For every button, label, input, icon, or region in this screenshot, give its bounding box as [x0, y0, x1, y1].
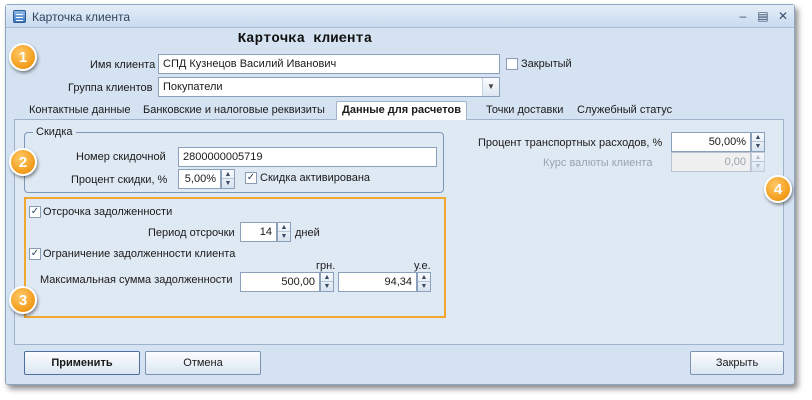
deferral-checkbox[interactable]: ✓ — [29, 206, 41, 218]
tab-contact-data[interactable]: Контактные данные — [29, 104, 130, 120]
deferral-period-label: Период отсрочки — [148, 227, 235, 239]
close-button[interactable]: Закрыть — [690, 351, 784, 375]
debt-limit-label: Ограничение задолженности клиента — [43, 248, 236, 260]
currency-uah-label: грн. — [316, 260, 336, 272]
window-title: Карточка клиента — [32, 10, 131, 24]
spin-up-icon[interactable]: ▲ — [418, 273, 430, 282]
closed-label: Закрытый — [521, 58, 572, 70]
spin-down-icon[interactable]: ▼ — [278, 232, 290, 241]
title-bar: Карточка клиента – ▤ ✕ — [6, 5, 794, 28]
deferral-label: Отсрочка задолженности — [43, 206, 173, 218]
tab-service-status[interactable]: Служебный статус — [577, 104, 672, 120]
tab-delivery-points[interactable]: Точки доставки — [486, 104, 563, 120]
client-group-select[interactable]: Покупатели ▼ — [158, 77, 500, 97]
spin-down-icon[interactable]: ▼ — [321, 282, 333, 291]
callout-badge-1: 1 — [9, 43, 37, 71]
spin-down-icon[interactable]: ▼ — [752, 142, 764, 151]
client-group-value: Покупатели — [163, 81, 223, 93]
currency-rate-spinner: ▲ ▼ — [751, 152, 765, 172]
spin-down-icon[interactable]: ▼ — [418, 282, 430, 291]
client-group-label: Группа клиентов — [68, 82, 153, 94]
client-name-input[interactable]: СПД Кузнецов Василий Иванович — [158, 54, 500, 74]
spin-up-icon[interactable]: ▲ — [222, 170, 234, 179]
cancel-button[interactable]: Отмена — [145, 351, 261, 375]
deferral-period-spinner[interactable]: ▲ ▼ — [277, 222, 291, 242]
tab-bank-tax-details[interactable]: Банковские и налоговые реквизиты — [143, 104, 325, 120]
apply-button[interactable]: Применить — [24, 351, 140, 375]
max-debt-ue-input[interactable]: 94,34 — [338, 272, 417, 292]
transport-percent-label: Процент транспортных расходов, % — [478, 137, 663, 149]
max-debt-uah-spinner[interactable]: ▲ ▼ — [320, 272, 334, 292]
debt-limit-checkbox[interactable]: ✓ — [29, 248, 41, 260]
discount-percent-label: Процент скидки, % — [71, 174, 168, 186]
deferral-period-unit: дней — [295, 227, 320, 239]
spin-down-icon[interactable]: ▼ — [222, 179, 234, 188]
currency-rate-label: Курс валюты клиента — [543, 157, 653, 169]
max-debt-label: Максимальная сумма задолженности — [40, 274, 233, 286]
page-title: Карточка клиента — [237, 31, 373, 47]
close-icon[interactable]: ✕ — [774, 8, 792, 24]
callout-badge-4: 4 — [764, 175, 792, 203]
minimize-icon[interactable]: – — [734, 8, 752, 24]
chevron-down-icon[interactable]: ▼ — [482, 78, 499, 96]
maximize-icon[interactable]: ▤ — [754, 8, 772, 24]
spin-up-icon[interactable]: ▲ — [752, 133, 764, 142]
discount-card-label: Номер скидочной — [76, 151, 166, 163]
discount-activated-label: Скидка активирована — [260, 172, 371, 184]
spin-down-icon: ▼ — [754, 163, 762, 170]
app-icon — [13, 10, 26, 23]
spin-up-icon[interactable]: ▲ — [278, 223, 290, 232]
deferral-period-input[interactable]: 14 — [240, 222, 277, 242]
max-debt-uah-input[interactable]: 500,00 — [240, 272, 320, 292]
discount-percent-input[interactable]: 5,00% — [178, 169, 221, 189]
max-debt-ue-spinner[interactable]: ▲ ▼ — [417, 272, 431, 292]
discount-percent-spinner[interactable]: ▲ ▼ — [221, 169, 235, 189]
discount-card-input[interactable]: 2800000005719 — [178, 147, 437, 167]
callout-badge-2: 2 — [9, 148, 37, 176]
currency-rate-input: 0,00 — [671, 152, 751, 172]
callout-badge-3: 3 — [9, 286, 37, 314]
transport-percent-spinner[interactable]: ▲ ▼ — [751, 132, 765, 152]
tab-settlement-data[interactable]: Данные для расчетов — [336, 101, 468, 121]
currency-ue-label: у.е. — [414, 260, 431, 272]
transport-percent-input[interactable]: 50,00% — [671, 132, 751, 152]
spin-up-icon: ▲ — [752, 153, 764, 162]
spin-up-icon[interactable]: ▲ — [321, 273, 333, 282]
discount-group-title: Скидка — [33, 126, 76, 138]
discount-activated-checkbox[interactable]: ✓ — [245, 172, 257, 184]
client-name-label: Имя клиента — [90, 59, 156, 71]
closed-checkbox[interactable] — [506, 58, 518, 70]
